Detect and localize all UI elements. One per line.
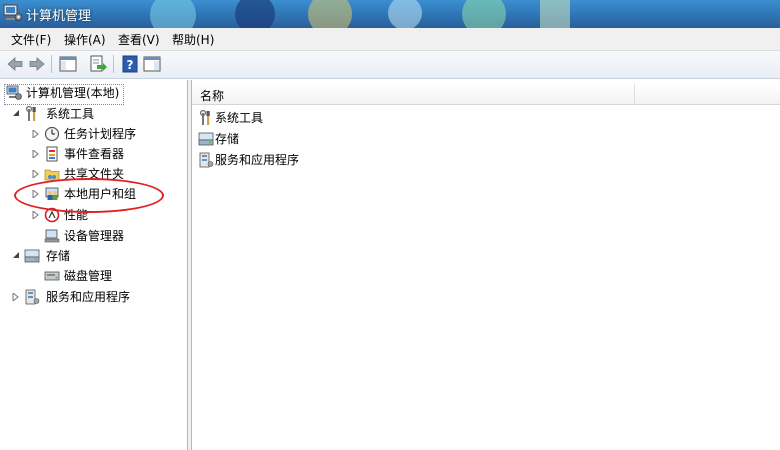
tree-label: 共享文件夹 (64, 167, 125, 181)
desktop-background-shape (462, 0, 506, 28)
tree-item-system-tools[interactable]: 系统工具 (10, 104, 180, 124)
menu-help[interactable]: 帮助(H) (172, 31, 214, 48)
tree-label: 任务计划程序 (64, 127, 137, 141)
desktop-background-shape (308, 0, 352, 28)
shared-folder-icon (44, 169, 60, 181)
show-hide-tree-icon[interactable] (58, 54, 78, 74)
column-header-row: 名称 (192, 84, 780, 105)
tree-item-storage[interactable]: 存储 (10, 246, 180, 266)
expand-arrow-icon[interactable] (32, 170, 40, 178)
tree-item-disk-management[interactable]: 磁盘管理 (30, 266, 180, 286)
toolbar: ? (0, 51, 780, 79)
menu-bar: 文件(F) 操作(A) 查看(V) 帮助(H) (0, 28, 780, 51)
expand-arrow-icon[interactable] (32, 150, 40, 158)
expand-arrow-icon[interactable] (32, 190, 40, 198)
storage-icon (24, 249, 40, 263)
tree-item-shared-folders[interactable]: 共享文件夹 (30, 164, 180, 184)
list-item-system-tools[interactable]: 系统工具 (198, 108, 318, 128)
disk-icon (44, 271, 60, 281)
storage-icon (198, 132, 214, 146)
services-icon (25, 289, 40, 305)
menu-action[interactable]: 操作(A) (64, 31, 106, 48)
expand-arrow-icon[interactable] (32, 130, 40, 138)
desktop-background-shape (540, 0, 570, 28)
tree-item-event-viewer[interactable]: 事件查看器 (30, 144, 180, 164)
clock-icon (44, 126, 60, 142)
tree-label: 事件查看器 (64, 147, 125, 161)
desktop-background-shape (235, 0, 275, 28)
forward-icon[interactable] (27, 54, 47, 74)
desktop-background-shape (150, 0, 196, 28)
tree-label: 磁盘管理 (64, 269, 113, 283)
expand-arrow-icon[interactable] (32, 211, 40, 219)
toolbar-separator (51, 55, 52, 73)
tree-label: 系统工具 (46, 107, 95, 121)
computer-management-icon (3, 4, 23, 21)
details-pane: 名称 系统工具 存储 服务和应用程序 (191, 80, 780, 450)
tree-label: 性能 (64, 208, 89, 222)
show-hide-action-pane-icon[interactable] (142, 54, 162, 74)
tree-item-device-manager[interactable]: 设备管理器 (30, 226, 180, 246)
users-icon (45, 187, 59, 200)
tree-item-root[interactable]: 计算机管理(本地) (4, 83, 124, 103)
tools-icon (25, 106, 36, 121)
back-icon[interactable] (5, 54, 25, 74)
tree-item-local-users-groups[interactable]: 本地用户和组 (30, 184, 180, 204)
event-log-icon (46, 146, 58, 162)
tools-icon (199, 110, 210, 125)
expand-arrow-icon[interactable] (12, 293, 20, 301)
export-list-icon[interactable] (88, 54, 108, 74)
performance-icon (44, 207, 60, 223)
device-manager-icon (44, 229, 60, 243)
window-title: 计算机管理 (26, 9, 92, 24)
menu-file[interactable]: 文件(F) (11, 31, 51, 48)
computer-management-icon (6, 85, 22, 100)
list-item-label: 系统工具 (215, 111, 264, 125)
collapse-arrow-icon[interactable] (12, 252, 20, 260)
list-item-label: 存储 (215, 132, 240, 146)
list-item-label: 服务和应用程序 (215, 153, 300, 167)
tree-item-services-apps[interactable]: 服务和应用程序 (10, 287, 180, 307)
collapse-arrow-icon[interactable] (12, 110, 20, 118)
tree-label: 服务和应用程序 (46, 290, 131, 304)
desktop-background-shape (388, 0, 422, 28)
svg-text:?: ? (127, 58, 134, 72)
toolbar-separator (113, 55, 114, 73)
column-divider[interactable] (634, 84, 635, 104)
title-bar: 计算机管理 (0, 0, 780, 28)
tree-label: 存储 (46, 249, 71, 263)
tree-item-performance[interactable]: 性能 (30, 205, 180, 225)
list-item-storage[interactable]: 存储 (198, 129, 318, 149)
help-icon[interactable]: ? (120, 54, 140, 74)
menu-view[interactable]: 查看(V) (118, 31, 160, 48)
tree-label: 设备管理器 (64, 229, 125, 243)
tree-label: 计算机管理(本地) (26, 86, 120, 100)
column-header-name[interactable]: 名称 (200, 87, 224, 104)
tree-item-task-scheduler[interactable]: 任务计划程序 (30, 124, 180, 144)
services-icon (199, 152, 214, 168)
tree-label: 本地用户和组 (64, 187, 137, 201)
list-item-services-apps[interactable]: 服务和应用程序 (198, 150, 338, 170)
